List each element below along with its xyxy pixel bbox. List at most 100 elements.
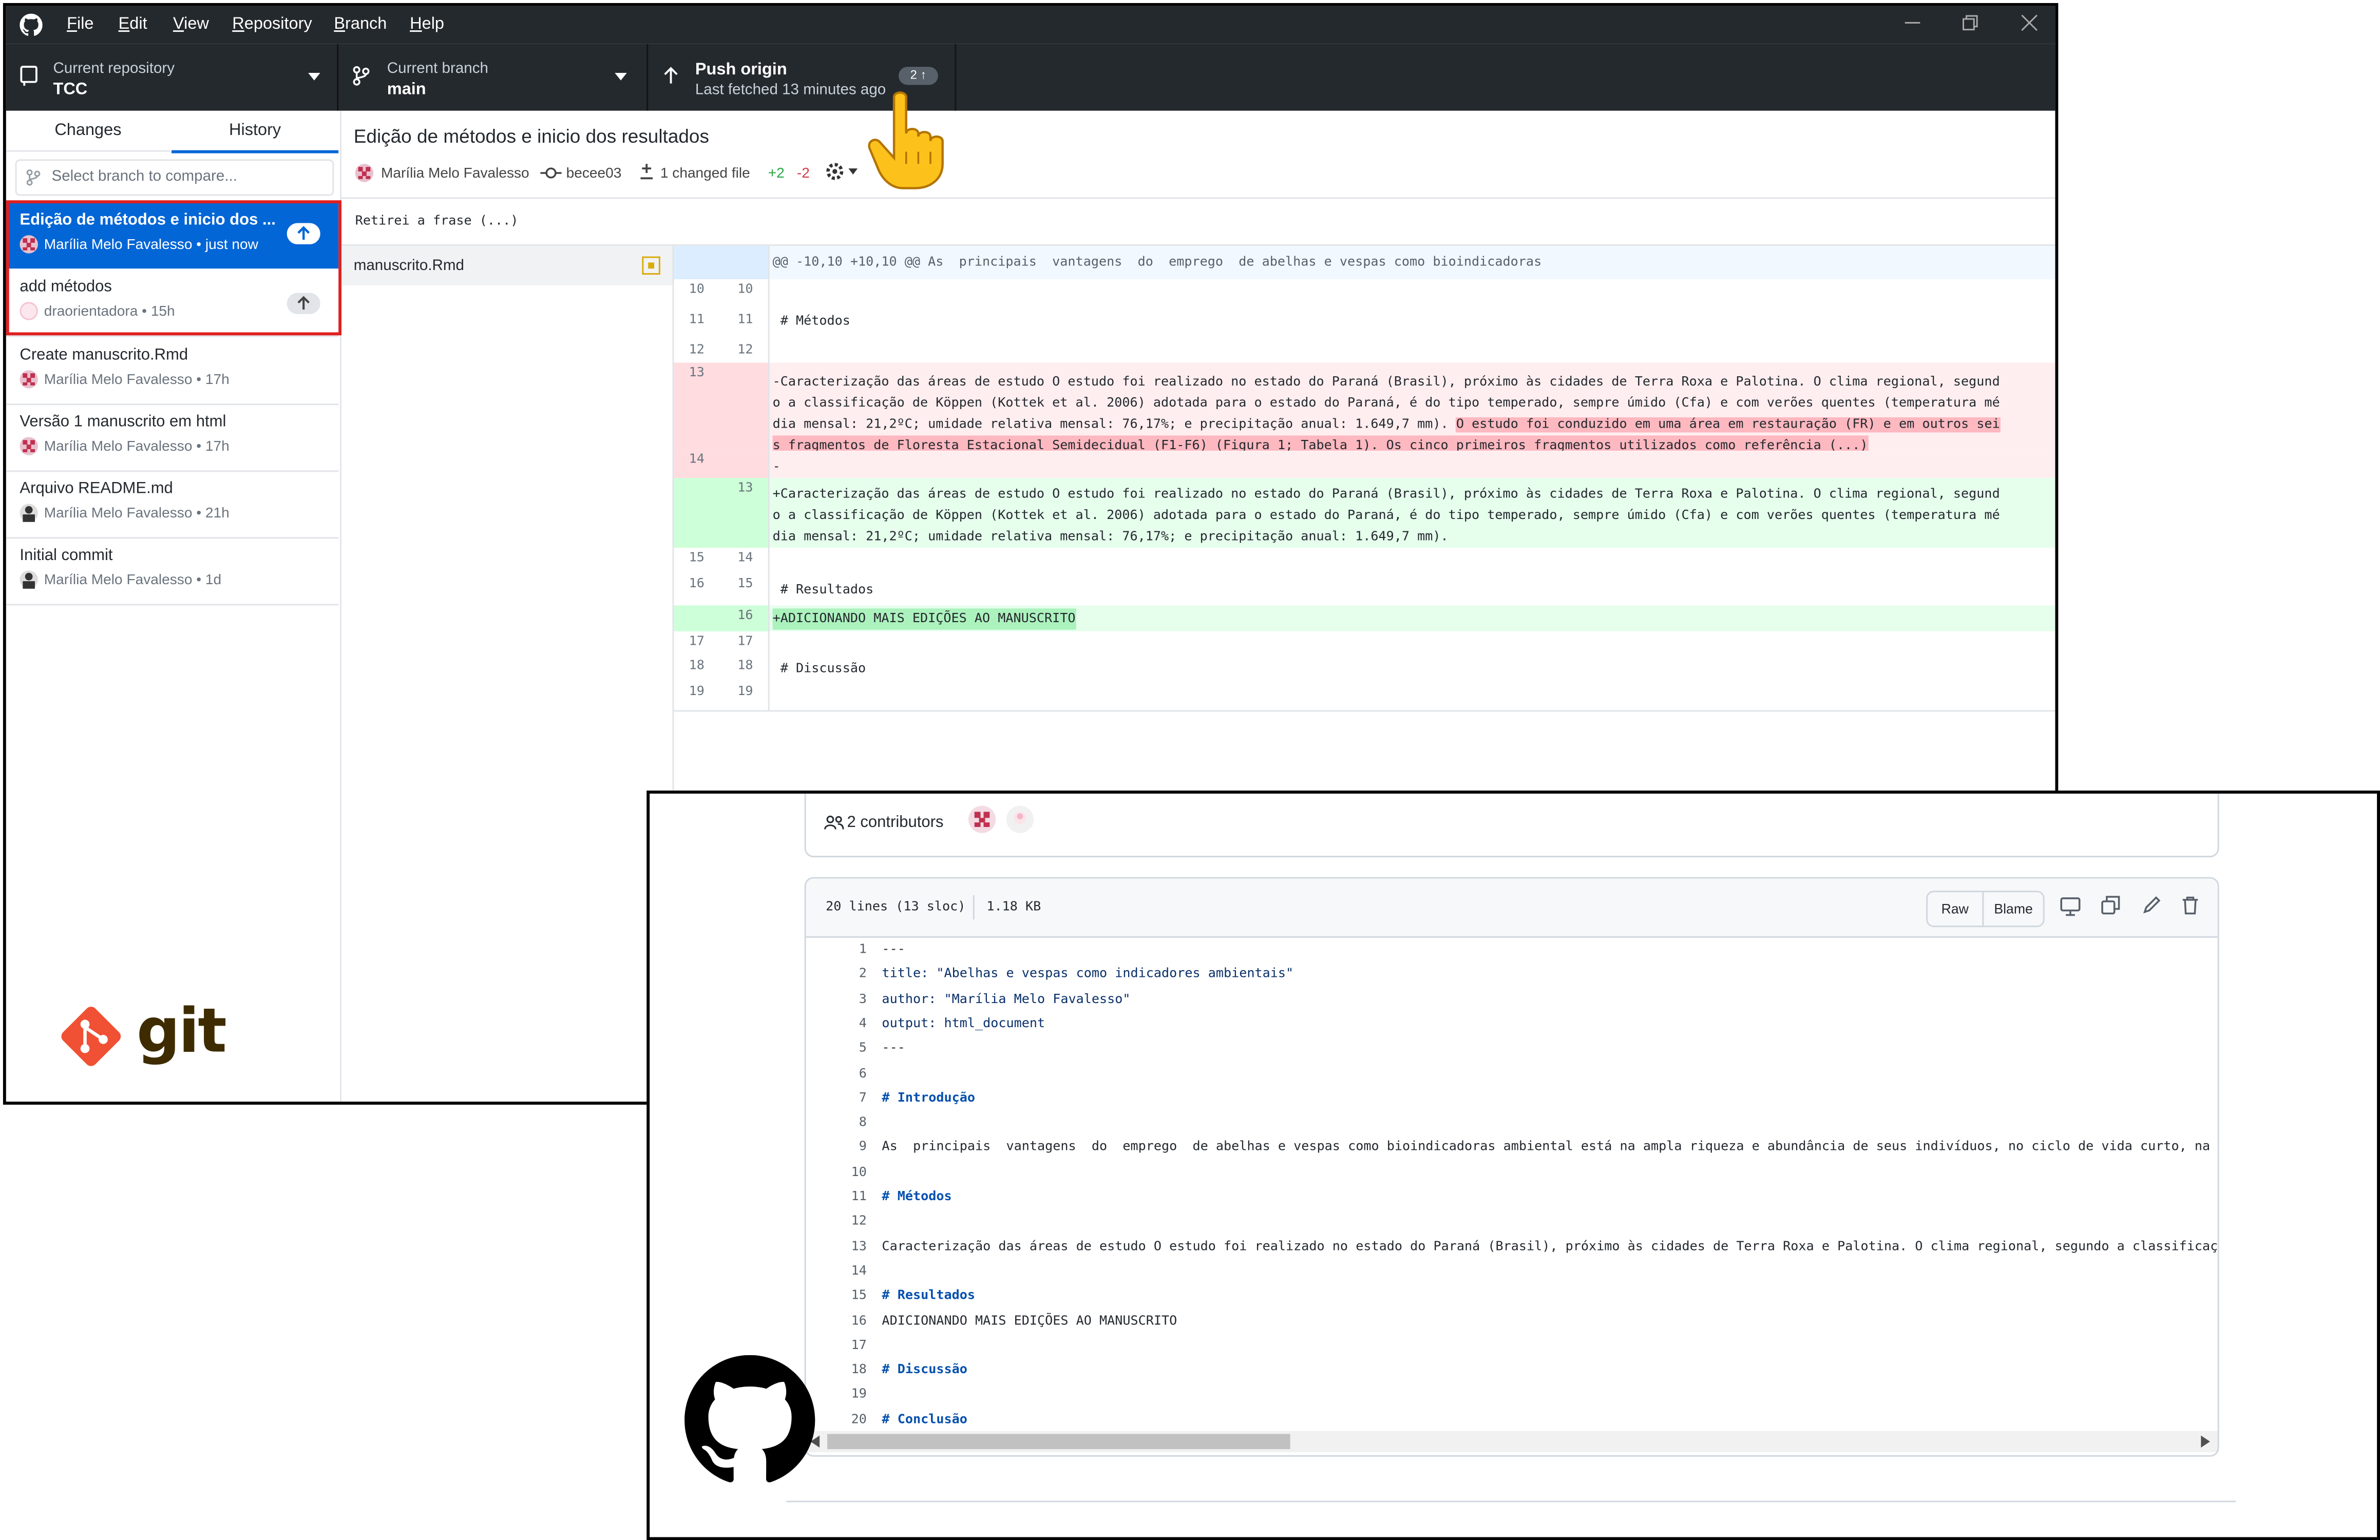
horizontal-scrollbar[interactable] [806,1431,2218,1452]
push-count-badge: 2 ↑ [898,67,938,85]
commit-item[interactable]: Versão 1 manuscrito em html Marília Melo… [6,403,339,472]
commit-author: Marília Melo Favalesso [380,165,529,182]
chevron-down-icon [308,72,320,82]
code-line: 4 output: html_document [806,1016,2218,1041]
line-number: 12 [851,1214,867,1230]
line-number: 9 [859,1140,867,1156]
pointer-hand-icon [864,91,951,191]
commit-item[interactable]: Initial commit Marília Melo Favalesso • … [6,537,339,606]
minimize-icon[interactable] [1903,14,1921,32]
additions-count: +2 [768,165,785,182]
menu-repository[interactable]: Repository [232,15,312,33]
avatar[interactable] [968,805,996,833]
pencil-icon[interactable] [2142,895,2161,915]
diff-line-added: 16 +ADICIONANDO MAIS EDIÇÕES AO MANUSCRI… [674,605,2055,631]
code-line: 11 # Métodos [806,1190,2218,1214]
raw-button[interactable]: Raw [1928,892,1984,926]
people-icon [824,815,844,830]
github-logo-icon [20,13,43,36]
branch-compare-placeholder: Select branch to compare... [51,168,238,185]
scrollbar-thumb[interactable] [827,1434,1290,1449]
menu-branch[interactable]: Branch [334,15,387,33]
git-logo: git [58,997,227,1073]
commit-title: Create manuscrito.Rmd [20,345,188,364]
deletions-count: -2 [796,165,810,182]
commit-message: Retirei a frase (...) [355,214,519,229]
file-name: manuscrito.Rmd [353,258,464,275]
diff-line-deleted: 14 - [674,450,2055,478]
commit-title: Versão 1 manuscrito em html [20,413,226,431]
diff-line-deleted: 13 -Caracterização das áreas de estudo O… [674,362,2055,457]
diff-line: 12 12 [689,343,753,358]
code-line: 15 # Resultados [806,1288,2218,1313]
commit-item[interactable]: Arquivo README.md Marília Melo Favalesso… [6,470,339,539]
commit-meta: Marília Melo Favalesso • 17h [44,438,230,455]
github-octocat-logo [681,1355,818,1486]
file-item[interactable]: manuscrito.Rmd [341,245,673,285]
code-line: 19 [806,1388,2218,1412]
line-text: Caracterização das áreas de estudo O est… [882,1239,2219,1255]
line-number: 16 [851,1313,867,1329]
branch-value: main [387,80,426,99]
arrow-up-icon [663,67,679,85]
current-branch-button[interactable]: Current branch main [338,44,649,111]
commit-item[interactable]: Create manuscrito.Rmd Marília Melo Faval… [6,337,339,406]
line-text: author: "Marília Melo Favalesso" [882,992,1131,1007]
code-line: 1 --- [806,942,2218,967]
code-line: 3 author: "Marília Melo Favalesso" [806,992,2218,1016]
line-number: 2 [859,967,867,983]
gear-icon[interactable] [824,161,861,182]
copy-icon[interactable] [2101,895,2120,915]
menu-file[interactable]: File [67,15,93,33]
divider [341,197,2055,199]
line-number: 15 [851,1288,867,1304]
tab-changes[interactable]: Changes [6,111,170,152]
branch-compare-input[interactable]: Select branch to compare... [15,159,334,196]
contributors-box: 2 contributors [804,793,2219,858]
code-line: 5 --- [806,1041,2218,1065]
gutter-divider [768,245,770,710]
menu-view[interactable]: View [173,15,209,33]
diff-line: 10 10 [689,282,753,298]
diff-icon [639,162,654,180]
line-number: 17 [851,1338,867,1354]
line-text: --- [882,942,905,958]
push-label: Push origin [695,61,787,79]
commit-meta: Marília Melo Favalesso • 1d [44,572,222,589]
close-icon[interactable] [2020,14,2038,32]
line-number: 5 [859,1041,867,1056]
toolbar: Current repository TCC Current branch ma… [6,44,2055,111]
unpushed-commits-highlight [6,200,342,336]
code-line: 8 [806,1115,2218,1140]
commit-sha: becee03 [566,165,622,182]
menu-help[interactable]: Help [410,15,444,33]
raw-blame-group: Raw Blame [1926,891,2045,928]
diff-line: 18 18 # Discussão [689,658,866,677]
desktop-icon[interactable] [2060,897,2081,916]
file-viewer: 20 lines (13 sloc) 1.18 KB Raw Blame 1 --… [804,877,2219,1457]
menu-edit[interactable]: Edit [119,15,147,33]
line-number: 11 [851,1189,867,1205]
line-number: 14 [851,1264,867,1279]
line-text: title: "Abelhas e vespas como indicadore… [882,967,1294,983]
tab-history[interactable]: History [172,111,339,153]
restore-icon[interactable] [1961,14,1979,32]
avatar[interactable] [1006,805,1034,833]
avatar [20,504,38,522]
current-repository-button[interactable]: Current repository TCC [6,44,339,111]
contributors-count[interactable]: 2 contributors [847,813,943,831]
line-number: 13 [851,1239,867,1255]
avatar [355,164,374,182]
code-line: 16 ADICIONANDO MAIS EDIÇÕES AO MANUSCRITO [806,1313,2218,1337]
code-line: 9 As principais vantagens do emprego de a… [806,1140,2218,1164]
diff-line: 15 14 [689,551,753,566]
blame-button[interactable]: Blame [1984,892,2043,926]
deleted-highlight: O estudo foi conduzido em uma área em re… [1456,417,2000,433]
code-line: 7 # Introdução [806,1091,2218,1115]
line-text: # Discussão [882,1362,967,1378]
git-logo-text: git [137,997,227,1067]
trash-icon[interactable] [2181,895,2199,915]
push-subtitle: Last fetched 13 minutes ago [695,82,886,99]
scroll-right-icon[interactable] [2201,1435,2210,1448]
line-number: 4 [859,1016,867,1032]
